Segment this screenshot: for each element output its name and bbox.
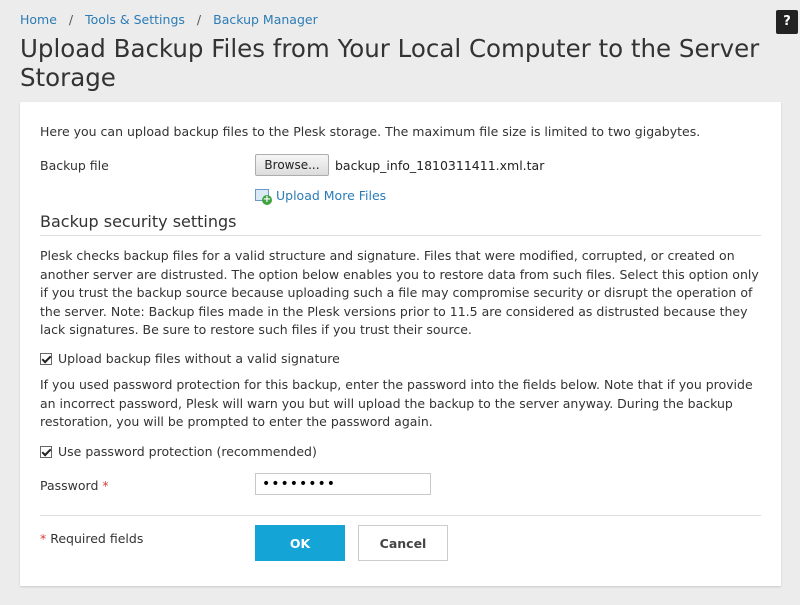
use-password-label[interactable]: Use password protection (recommended) xyxy=(58,444,317,459)
browse-button[interactable]: Browse... xyxy=(255,154,329,176)
password-description: If you used password protection for this… xyxy=(40,377,753,429)
upload-more-files-label: Upload More Files xyxy=(276,188,387,203)
use-password-checkbox[interactable] xyxy=(40,445,52,458)
upload-more-files-link[interactable]: + Upload More Files xyxy=(255,188,387,205)
help-button[interactable]: ? xyxy=(776,10,798,34)
page-title: Upload Backup Files from Your Local Comp… xyxy=(20,34,760,92)
breadcrumb-separator: / xyxy=(196,12,202,27)
required-marker: * xyxy=(102,478,109,493)
breadcrumb-tools-settings[interactable]: Tools & Settings xyxy=(85,12,185,27)
breadcrumb-home[interactable]: Home xyxy=(20,12,57,27)
no-signature-option[interactable]: Upload backup files without a valid sign… xyxy=(40,351,340,366)
form-divider xyxy=(40,515,761,516)
required-marker: * xyxy=(40,531,47,546)
password-input[interactable] xyxy=(255,473,431,495)
required-fields-text: Required fields xyxy=(50,531,144,546)
intro-text: Here you can upload backup files to the … xyxy=(40,124,701,139)
breadcrumb: Home / Tools & Settings / Backup Manager xyxy=(20,12,318,27)
password-label: Password * xyxy=(40,478,109,493)
breadcrumb-separator: / xyxy=(68,12,74,27)
ok-button[interactable]: OK xyxy=(255,525,345,561)
breadcrumb-backup-manager[interactable]: Backup Manager xyxy=(213,12,318,27)
cancel-button[interactable]: Cancel xyxy=(358,525,448,561)
selected-file-name: backup_info_1810311411.xml.tar xyxy=(335,158,545,173)
backup-file-label: Backup file xyxy=(40,158,109,173)
password-label-text: Password xyxy=(40,478,99,493)
section-divider xyxy=(40,235,761,236)
no-signature-label[interactable]: Upload backup files without a valid sign… xyxy=(58,351,340,366)
required-fields-note: * Required fields xyxy=(40,531,143,546)
use-password-option[interactable]: Use password protection (recommended) xyxy=(40,444,317,459)
security-section-title: Backup security settings xyxy=(40,212,237,231)
no-signature-checkbox[interactable] xyxy=(40,352,52,365)
add-file-icon: + xyxy=(255,188,272,205)
security-description: Plesk checks backup files for a valid st… xyxy=(40,248,759,337)
upload-form-panel: Here you can upload backup files to the … xyxy=(20,102,781,586)
